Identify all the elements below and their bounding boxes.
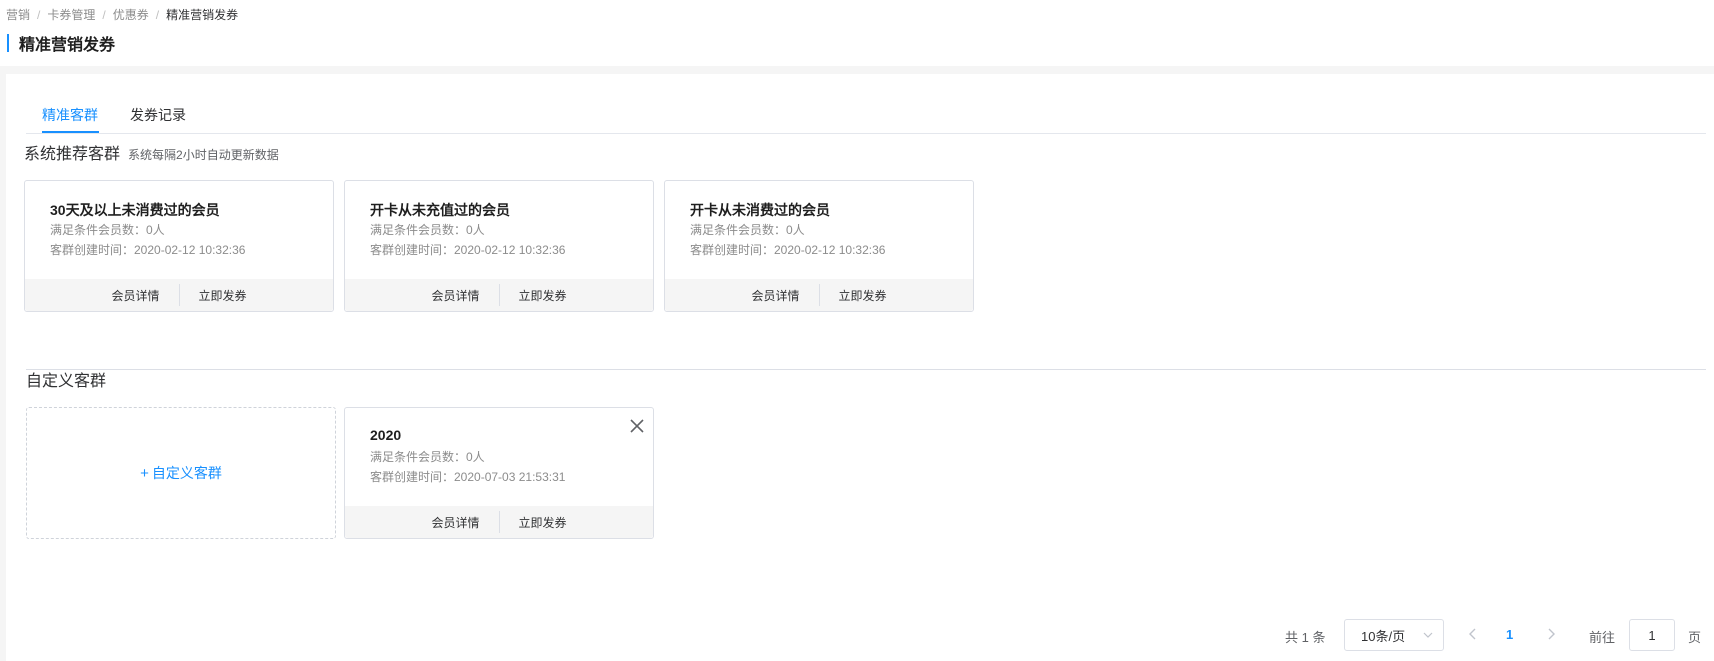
add-custom-group-button[interactable]: + 自定义客群 [26,407,336,539]
tab-bar [26,74,1706,134]
page-title: 精准营销发券 [7,31,115,55]
member-detail-button[interactable]: 会员详情 [92,287,178,304]
group-card-name: 开卡从未消费过的会员 [690,202,830,218]
system-section-title: 系统推荐客群 [24,146,121,163]
group-card-count: 满足条件会员数：0人 [690,223,805,237]
group-card-actions: 会员详情 立即发券 [665,279,973,311]
chevron-left-icon[interactable] [1468,627,1478,641]
member-detail-button[interactable]: 会员详情 [412,287,498,304]
pagination: 共 1 条 10条/页 1 前往 页 [6,619,1714,651]
section-divider [26,369,1706,370]
group-card: 开卡从未消费过的会员 满足条件会员数：0人 客群创建时间：2020-02-12 … [664,180,974,312]
main-panel: 精准客群 发券记录 系统推荐客群 系统每隔2小时自动更新数据 30天及以上未消费过… [6,74,1714,661]
system-section-subtitle: 系统每隔2小时自动更新数据 [128,148,279,162]
add-custom-group-label: 自定义客群 [151,465,222,481]
group-card-name: 开卡从未充值过的会员 [370,202,510,218]
goto-label: 前往 [1589,630,1616,645]
breadcrumb-current: 精准营销发券 [166,8,239,22]
group-card-created: 客群创建时间：2020-02-12 10:32:36 [690,243,886,257]
group-card-count: 满足条件会员数：0人 [370,450,485,464]
group-card: 开卡从未充值过的会员 满足条件会员数：0人 客群创建时间：2020-02-12 … [344,180,654,312]
page-header: 营销 / 卡券管理 / 优惠券 / 精准营销发券 精准营销发券 [0,0,1714,66]
chevron-right-icon[interactable] [1546,627,1556,641]
issue-coupon-button[interactable]: 立即发券 [500,514,586,531]
plus-icon: + [140,464,149,482]
breadcrumb-item-coupons[interactable]: 优惠券 [113,6,149,23]
goto-page-input[interactable] [1629,619,1675,651]
group-card-name: 2020 [370,427,402,443]
member-detail-button[interactable]: 会员详情 [412,514,498,531]
breadcrumb-separator: / [37,7,41,22]
group-card: 2020 满足条件会员数：0人 客群创建时间：2020-07-03 21:53:… [344,407,654,539]
custom-section-header: 自定义客群 [26,367,106,391]
breadcrumb-separator: / [155,7,160,22]
active-tab-indicator [42,131,99,133]
custom-section-title: 自定义客群 [26,373,107,390]
group-card-count: 满足条件会员数：0人 [50,223,165,237]
group-card: 30天及以上未消费过的会员 满足条件会员数：0人 客群创建时间：2020-02-… [24,180,334,312]
group-card-actions: 会员详情 立即发券 [345,506,653,538]
pagination-total: 共 1 条 [1285,630,1326,645]
tab-issue-records[interactable]: 发券记录 [130,105,186,125]
page-number-current[interactable]: 1 [1506,627,1513,642]
issue-coupon-button[interactable]: 立即发券 [500,287,586,304]
member-detail-button[interactable]: 会员详情 [732,287,818,304]
group-card-name: 30天及以上未消费过的会员 [50,202,220,218]
breadcrumb-separator: / [102,7,106,22]
breadcrumb-item-marketing[interactable]: 营销 [6,6,30,23]
group-card-created: 客群创建时间：2020-02-12 10:32:36 [50,243,246,257]
group-card-created: 客群创建时间：2020-02-12 10:32:36 [370,243,566,257]
tab-precise-groups[interactable]: 精准客群 [42,105,98,125]
system-section-header: 系统推荐客群 系统每隔2小时自动更新数据 [24,140,279,164]
issue-coupon-button[interactable]: 立即发券 [180,287,266,304]
page-size-select[interactable]: 10条/页 [1344,619,1444,651]
group-card-created: 客群创建时间：2020-07-03 21:53:31 [370,470,566,484]
breadcrumb-item-card-management[interactable]: 卡券管理 [47,6,95,23]
close-icon[interactable] [627,416,647,436]
page-title-text: 精准营销发券 [19,37,116,54]
group-card-actions: 会员详情 立即发券 [345,279,653,311]
page-size-value: 10条/页 [1361,628,1406,644]
issue-coupon-button[interactable]: 立即发券 [820,287,906,304]
group-card-count: 满足条件会员数：0人 [370,223,485,237]
group-card-actions: 会员详情 立即发券 [25,279,333,311]
breadcrumb: 营销 / 卡券管理 / 优惠券 / 精准营销发券 [6,6,238,23]
title-accent-bar [7,34,9,52]
chevron-down-icon [1423,632,1433,638]
page-unit-label: 页 [1688,630,1702,645]
